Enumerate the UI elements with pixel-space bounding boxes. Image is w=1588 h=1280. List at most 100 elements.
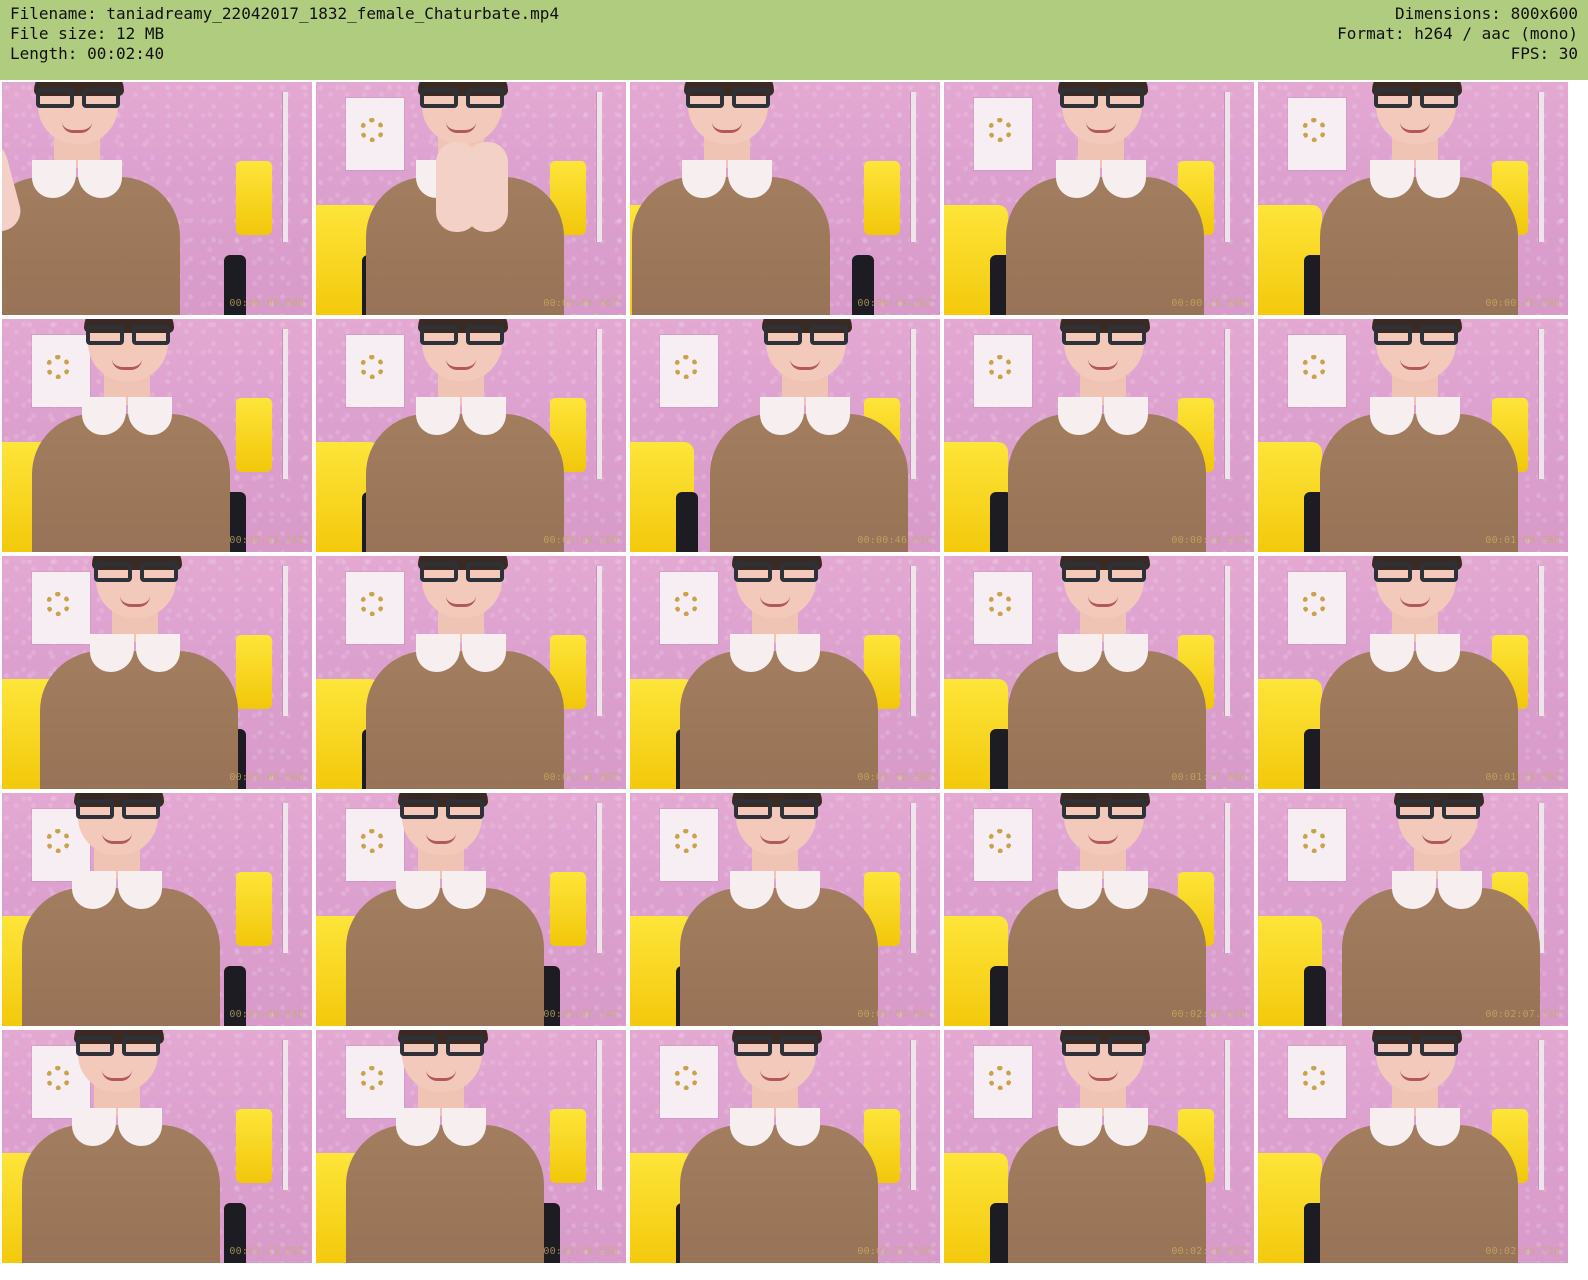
person [958,319,1254,552]
glasses-icon [760,325,852,347]
wall-frame [282,92,288,242]
person [630,556,940,789]
thumbnail-timestamp: 00:00:33.433 [229,535,304,546]
white-collar [1370,634,1460,674]
person [316,1030,606,1263]
glasses-icon [730,1036,822,1058]
thumbnail-timestamp: 00:01:47.144 [543,1009,618,1020]
video-thumbnail: 00:01:27.066 [944,556,1254,789]
person [630,82,892,315]
glasses-icon [1056,88,1148,110]
glasses-icon [416,88,508,110]
white-collar [90,634,180,674]
white-collar [416,634,506,674]
white-collar [396,1108,486,1148]
glasses-icon [416,562,508,584]
dimensions-text: Dimensions: 800x600 [1394,4,1578,23]
thumbnail-timestamp: 00:01:27.066 [1171,772,1246,783]
video-thumbnail: 00:02:00.528 [944,793,1254,1026]
video-thumbnail: 00:00:13.282 [630,82,940,315]
glasses-icon [90,562,182,584]
glasses-icon [72,1036,164,1058]
thumbnail-grid: 00:00:00.000 00:00:06.667 00:00:13.282 00:0… [2,82,1588,1278]
video-thumbnail: 00:00:33.433 [2,319,312,552]
white-collar [730,1108,820,1148]
thumbnail-timestamp: 00:02:07.236 [1485,1009,1560,1020]
person [2,793,282,1026]
thumbnail-timestamp: 00:00:26.788 [1485,298,1560,309]
video-thumbnail: 00:02:20.620 [316,1030,626,1263]
info-left-column: Filename: taniadreamy_22042017_1832_fema… [10,4,559,64]
person [2,82,242,315]
person [316,793,606,1026]
white-collar [396,871,486,911]
person [660,319,940,552]
contact-sheet: Filename: taniadreamy_22042017_1832_fema… [0,0,1588,1280]
person [630,1030,940,1263]
glasses-icon [1058,325,1150,347]
white-collar [1058,871,1148,911]
white-collar [682,160,772,200]
thumbnail-timestamp: 00:02:27.326 [857,1246,932,1257]
person [958,556,1254,789]
video-thumbnail: 00:00:46.976 [630,319,940,552]
thumbnail-timestamp: 00:00:13.282 [857,298,932,309]
white-collar [1370,397,1460,437]
thumbnail-timestamp: 00:01:33.762 [1485,772,1560,783]
person [958,1030,1254,1263]
white-collar [32,160,122,200]
person [1270,556,1568,789]
video-thumbnail: 00:01:00.288 [1258,319,1568,552]
video-thumbnail: 00:02:07.236 [1258,793,1568,1026]
person [630,793,940,1026]
glasses-icon [730,562,822,584]
person [1270,82,1568,315]
video-thumbnail: 00:00:20.000 [944,82,1254,315]
video-thumbnail: 00:01:47.144 [316,793,626,1026]
glasses-icon [396,799,488,821]
person [2,556,300,789]
wall-frame [282,803,288,953]
video-info-header: Filename: taniadreamy_22042017_1832_fema… [0,0,1588,80]
thumbnail-timestamp: 00:00:20.000 [1171,298,1246,309]
length-text: Length: 00:02:40 [10,44,165,63]
white-collar [730,634,820,674]
video-thumbnail: 00:02:13.932 [2,1030,312,1263]
video-thumbnail: 00:02:40.710 [1258,1030,1568,1263]
wall-frame [282,1040,288,1190]
person [958,793,1254,1026]
white-collar [760,397,850,437]
thumbnail-timestamp: 00:00:46.976 [857,535,932,546]
white-collar [1370,160,1460,200]
video-thumbnail: 00:02:27.326 [630,1030,940,1263]
glasses-icon [730,799,822,821]
white-collar [1058,397,1148,437]
video-thumbnail: 00:02:34.022 [944,1030,1254,1263]
video-thumbnail: 00:01:13.662 [316,556,626,789]
glasses-icon [1370,1036,1462,1058]
glasses-icon [1370,88,1462,110]
person [956,82,1254,315]
glasses-icon [1370,562,1462,584]
thumbnail-timestamp: 00:01:06.966 [229,772,304,783]
person [2,319,292,552]
thumbnail-timestamp: 00:02:34.022 [1171,1246,1246,1257]
thumbnail-timestamp: 00:00:40.100 [543,535,618,546]
glasses-icon [682,88,774,110]
thumbnail-timestamp: 00:01:00.288 [1485,535,1560,546]
video-thumbnail: 00:01:40.449 [2,793,312,1026]
white-collar [1058,634,1148,674]
glasses-icon [1058,562,1150,584]
white-collar [72,871,162,911]
glasses-icon [1370,325,1462,347]
glasses-icon [1058,1036,1150,1058]
white-collar [72,1108,162,1148]
video-thumbnail: 00:00:26.788 [1258,82,1568,315]
white-collar [1392,871,1482,911]
video-thumbnail: 00:00:53.673 [944,319,1254,552]
person [1292,793,1568,1026]
video-thumbnail: 00:00:00.000 [2,82,312,315]
person [1270,319,1568,552]
thumbnail-timestamp: 00:00:00.000 [229,298,304,309]
file-size-text: File size: 12 MB [10,24,165,43]
